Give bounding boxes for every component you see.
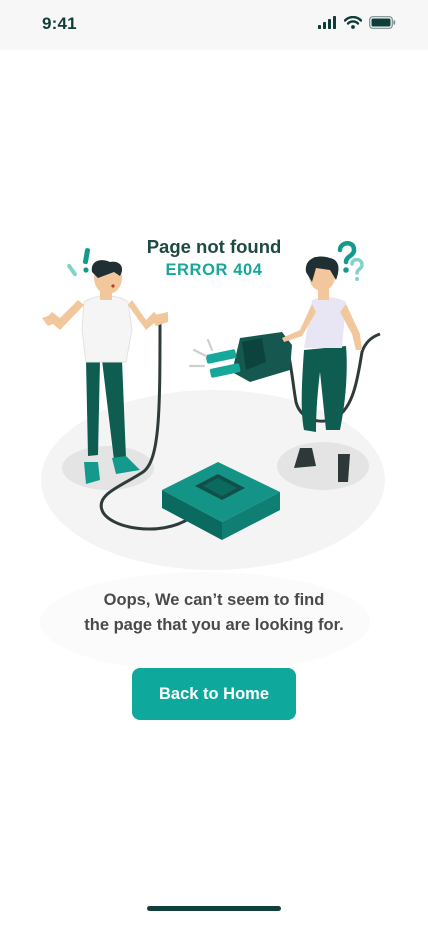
- page-not-found-title: Page not found: [146, 236, 282, 257]
- status-bar: 9:41: [0, 0, 428, 50]
- error-message-line2: the page that you are looking for.: [84, 616, 344, 634]
- wifi-icon: [344, 16, 362, 29]
- status-icons: [318, 16, 396, 29]
- plug: [188, 332, 292, 382]
- error-message-line1: Oops, We can’t seem to find: [103, 591, 325, 609]
- woman-shadow: [277, 442, 369, 490]
- back-to-home-button[interactable]: Back to Home: [132, 668, 296, 720]
- status-time: 9:41: [42, 14, 77, 33]
- signal-icon: [318, 16, 337, 29]
- home-indicator[interactable]: [147, 906, 281, 911]
- error-message: Oops, We can’t seem to find the page tha…: [0, 588, 428, 638]
- battery-icon: [369, 16, 396, 29]
- error-code: ERROR 404: [165, 261, 263, 279]
- disconnected-plug-illustration: [41, 241, 385, 570]
- man-shadow: [62, 446, 154, 490]
